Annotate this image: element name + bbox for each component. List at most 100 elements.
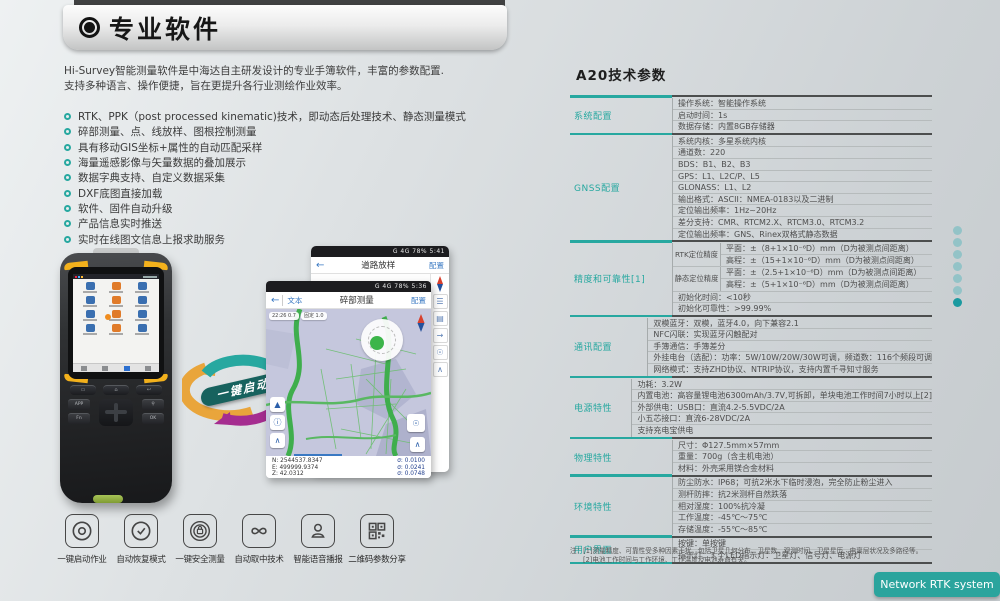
back-key[interactable]: ↩ — [136, 385, 162, 395]
pagination-dot[interactable] — [953, 250, 962, 259]
bulb-icon[interactable]: ☉ — [433, 345, 448, 360]
home-key[interactable]: ⌂ — [103, 385, 129, 395]
spec-category-label: 系统配置 — [570, 98, 672, 133]
pagination-dot[interactable] — [953, 298, 962, 307]
sigma-values: σ: 0.0100σ: 0.0241σ: 0.0748 — [397, 458, 425, 478]
collapse-left-button[interactable]: ∧ — [270, 433, 285, 448]
phone-front-statusbar: G 4G 78% 5:36 — [266, 281, 431, 292]
controller-app-icon[interactable] — [129, 324, 155, 335]
text-mode-button[interactable]: 文本 — [282, 295, 302, 306]
list-item: 数据字典支持、自定义数据采集 — [64, 170, 524, 185]
spec-category-label: 通讯配置 — [570, 318, 647, 376]
app-glyph — [112, 310, 121, 318]
back-arrow-icon[interactable]: ← — [316, 260, 324, 271]
spec-value-column: 功耗：3.2W内置电池：高容量锂电池6300mAh/3.7V,可拆卸，单块电池工… — [631, 379, 932, 437]
clock-icon — [124, 514, 158, 548]
pagination-dot[interactable] — [953, 274, 962, 283]
compass-icon[interactable] — [435, 276, 445, 292]
app-key[interactable]: APP — [68, 399, 90, 410]
spec-row: 差分支持：CMR、RTCM2.X、RTCM3.0、RTCM3.2 — [673, 217, 932, 229]
pagination-dot[interactable] — [953, 238, 962, 247]
pagination-dot[interactable] — [953, 286, 962, 295]
layers-list-icon[interactable]: ☰ — [433, 294, 448, 309]
app-glyph — [112, 324, 121, 332]
bullet-text: 数据字典支持、自定义数据采集 — [78, 170, 225, 185]
separator-dark-segment — [672, 315, 932, 317]
spec-row: 手簿通信：手簿差分 — [648, 341, 932, 353]
green-key[interactable] — [93, 495, 123, 503]
network-rtk-banner[interactable]: Network RTK system — [874, 572, 1000, 597]
phone-front-config-button[interactable]: 配置 — [411, 295, 426, 306]
controller-app-icon[interactable] — [103, 324, 129, 335]
controller-app-icon[interactable] — [129, 310, 155, 321]
controller-app-icon[interactable] — [77, 282, 103, 293]
controller-keypad: APP Fn ⚲ OK — [68, 399, 164, 495]
spec-category-label: GNSS配置 — [570, 136, 672, 240]
map-status-chips: 22:26 0.7固定 1.0 — [269, 312, 327, 320]
controller-app-icon[interactable] — [77, 296, 103, 307]
infinity-icon — [242, 514, 276, 548]
bullet-text: 产品信息实时推送 — [78, 216, 162, 231]
spec-subrows: 平面：±（8+1×10⁻⁶D）mm（D为被测点间距离）高程：±（15+1×10⁻… — [721, 243, 932, 266]
bullet-ring-icon — [64, 174, 71, 181]
controller-app-icon[interactable] — [103, 296, 129, 307]
bulb-button[interactable]: ☉ — [407, 414, 425, 432]
controller-app-icon[interactable] — [103, 282, 129, 293]
compass-icon[interactable] — [416, 314, 426, 332]
page-title: 专业软件 — [109, 10, 221, 46]
controller-app-icon[interactable] — [77, 310, 103, 321]
note-line-2: [2]电池工作时间与工作环境、工作温度及电池寿命有关。 — [570, 556, 994, 565]
controller-body: ▭ ⌂ ↩ APP Fn ⚲ OK — [60, 253, 172, 503]
menu-key[interactable]: ▭ — [70, 385, 96, 395]
spec-row: 初始化可靠性：>99.99% — [673, 303, 932, 315]
spec-row: 输出格式：ASCII：NMEA-0183以及二进制 — [673, 194, 932, 206]
pagination-dot[interactable] — [953, 262, 962, 271]
section-header: 专业软件 — [63, 5, 507, 50]
phone-back-config-button[interactable]: 配置 — [429, 260, 444, 271]
route-arrow-icon[interactable]: → — [433, 328, 448, 343]
safety-icon — [183, 514, 217, 548]
controller-app-icon[interactable] — [77, 324, 103, 335]
survey-map[interactable]: 22:26 0.7固定 1.0 ▲ ⓘ ∧ ☉ ∧ — [266, 309, 431, 456]
ok-key[interactable]: OK — [142, 413, 164, 424]
spec-value-column: 防尘防水：IP68；可抗2米水下临时浸泡，完全防止粉尘进入测杆防摔：抗2米测杆自… — [672, 477, 932, 535]
separator-dark-segment — [672, 475, 932, 477]
qr-code-icon — [360, 514, 394, 548]
spec-row: 数据存储：内置8GB存储器 — [673, 121, 932, 133]
sigma-line: σ: 0.0241 — [397, 465, 425, 472]
feature-item: 二维码参数分享 — [351, 514, 403, 565]
bullet-text: DXF底图直接加载 — [78, 186, 162, 201]
controller-app-icon[interactable] — [129, 282, 155, 293]
bullet-ring-icon — [64, 128, 71, 135]
feature-label: 二维码参数分享 — [348, 553, 405, 565]
image-layer-icon[interactable]: ▤ — [433, 311, 448, 326]
controller-app-icon[interactable] — [129, 296, 155, 307]
light-key[interactable]: ⚲ — [142, 399, 164, 410]
spec-subcategory-label: RTK定位精度 — [673, 243, 721, 266]
phone-back-navbar: ← 道路放样 配置 — [311, 257, 449, 274]
coordinate-line: Z: 42.0312 — [272, 471, 323, 478]
pagination-dot[interactable] — [953, 226, 962, 235]
spec-row: 内置电池：高容量锂电池6300mAh/3.7V,可拆卸，单块电池工作时间7小时以… — [632, 390, 932, 402]
current-position-dot — [370, 336, 384, 350]
spec-group: 系统配置操作系统：智能操作系统启动时间：1s数据存储：内置8GB存储器 — [570, 98, 932, 133]
map-toolbar: ☰ ▤ → ☉ ∧ — [430, 274, 449, 472]
fn-key[interactable]: Fn — [68, 413, 90, 424]
spec-value-column: RTK定位精度平面：±（8+1×10⁻⁶D）mm（D为被测点间距离）高程：±（1… — [672, 243, 932, 315]
bullet-text: 碎部测量、点、线放样、图根控制测量 — [78, 124, 257, 139]
info-button[interactable]: ⓘ — [270, 415, 285, 430]
spec-row: 操作系统：智能操作系统 — [673, 98, 932, 110]
spec-value-column: 操作系统：智能操作系统启动时间：1s数据存储：内置8GB存储器 — [672, 98, 932, 133]
coordinate-values: N: 2544537.8347E: 499999.9374Z: 42.0312 — [272, 458, 323, 478]
map-graphic — [266, 309, 431, 456]
spec-row: 通道数：220 — [673, 147, 932, 159]
position-target — [361, 319, 403, 361]
spec-row: 外挂电台（选配）：功率：5W/10W/20W/30W可调，频道数：116个频段可… — [648, 352, 932, 364]
collapse-right-button[interactable]: ∧ — [410, 437, 425, 452]
collapse-chevrons-icon[interactable]: ∧ — [433, 362, 448, 377]
separator-dark-segment — [672, 536, 932, 538]
north-arrow-button[interactable]: ▲ — [270, 397, 285, 412]
back-arrow-icon[interactable]: ← — [271, 295, 279, 306]
dpad[interactable] — [99, 399, 133, 426]
app-glyph — [138, 310, 147, 318]
